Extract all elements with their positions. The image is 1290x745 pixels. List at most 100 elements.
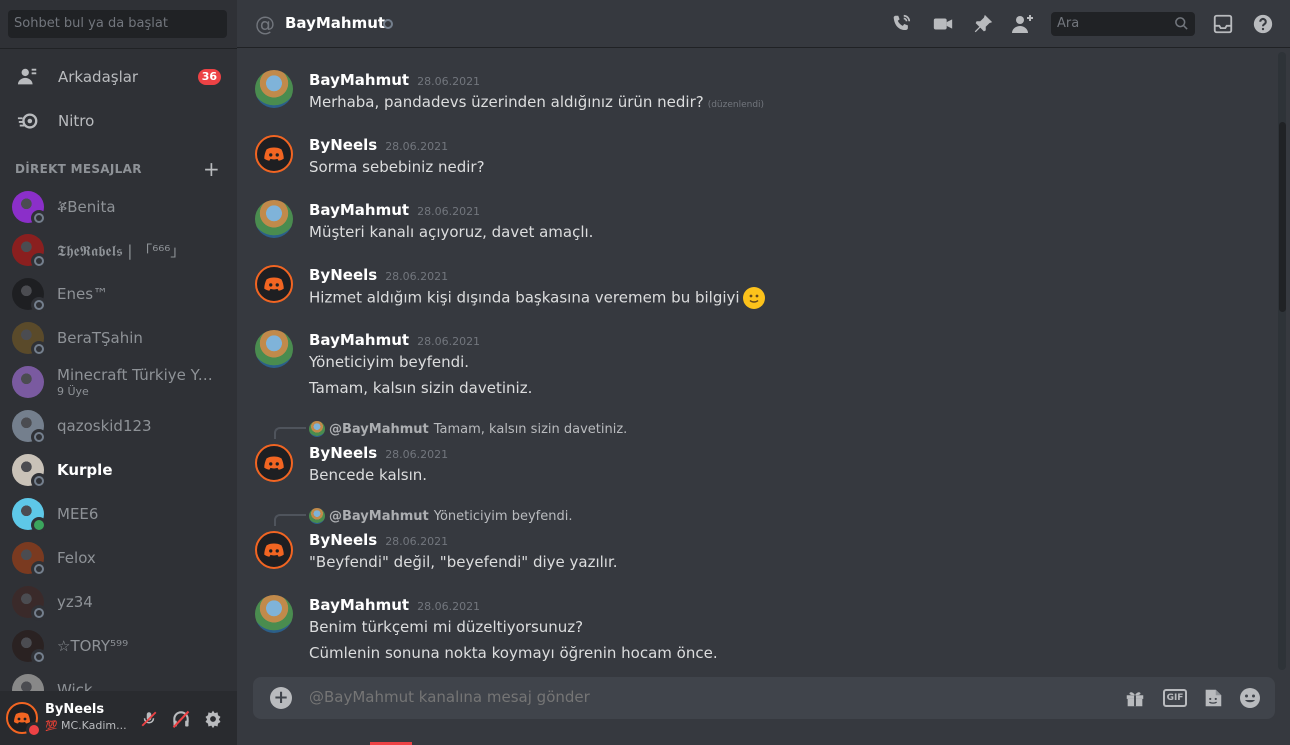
- message-scrollbar-thumb[interactable]: [1279, 122, 1286, 312]
- message-author[interactable]: BayMahmut 28.06.2021: [309, 201, 480, 219]
- deafen-button[interactable]: [170, 708, 192, 730]
- upload-plus-button[interactable]: +: [270, 687, 292, 709]
- dm-item[interactable]: MEE6: [8, 493, 229, 535]
- dm-member-count: 9 Üye: [57, 385, 89, 398]
- message-text: Hizmet aldığım kişi dışında başkasına ve…: [309, 288, 740, 307]
- emoji-button[interactable]: [1238, 686, 1262, 710]
- user-panel: ByNeels 💯 MC.Kadim...: [0, 691, 237, 745]
- dm-name: yz34: [57, 593, 93, 611]
- dm-item[interactable]: 𝕿𝖍𝖊𝕽𝖆𝖇𝖊𝖑𝖘 | 「⁶⁶⁶」: [8, 229, 229, 271]
- message-text: Müşteri kanalı açıyoruz, davet amaçlı.: [309, 223, 594, 241]
- avatar[interactable]: [255, 135, 293, 173]
- author-name[interactable]: ByNeels: [309, 531, 377, 549]
- message-author[interactable]: ByNeels 28.06.2021: [309, 136, 448, 154]
- dm-item[interactable]: BeraTŞahin: [8, 317, 229, 359]
- add-friends-to-dm-button[interactable]: [1011, 12, 1035, 36]
- avatar[interactable]: [255, 70, 293, 108]
- discord-logo-icon: [264, 543, 284, 557]
- offline-status-icon: [31, 649, 47, 665]
- start-voice-call-button[interactable]: [889, 12, 913, 36]
- reply-author[interactable]: @BayMahmut: [329, 422, 429, 437]
- mic-muted-icon: [141, 711, 157, 727]
- reply-author[interactable]: @BayMahmut: [329, 509, 429, 524]
- message-author[interactable]: BayMahmut 28.06.2021: [309, 596, 480, 614]
- author-name[interactable]: ByNeels: [309, 444, 377, 462]
- message-text: Benim türkçemi mi düzeltiyorsunuz?: [309, 618, 584, 636]
- message-author[interactable]: ByNeels 28.06.2021: [309, 444, 448, 462]
- message-timestamp: 28.06.2021: [417, 335, 481, 348]
- reply-preview[interactable]: @BayMahmut Tamam, kalsın sizin davetiniz.: [309, 421, 627, 437]
- pinned-messages-button[interactable]: [971, 12, 995, 36]
- author-name[interactable]: BayMahmut: [309, 596, 409, 614]
- dm-name: Enes™: [57, 285, 109, 303]
- header-search-input[interactable]: Ara: [1051, 12, 1195, 36]
- mute-button[interactable]: [138, 708, 160, 730]
- author-name[interactable]: ByNeels: [309, 266, 377, 284]
- create-dm-plus-icon[interactable]: +: [203, 158, 220, 180]
- message-timestamp: 28.06.2021: [385, 448, 449, 461]
- help-button[interactable]: [1251, 12, 1275, 36]
- avatar: [12, 586, 47, 621]
- sticker-button[interactable]: [1201, 686, 1225, 710]
- find-conversation-button[interactable]: Sohbet bul ya da başlat: [8, 10, 227, 38]
- online-status-icon: [31, 517, 47, 533]
- avatar[interactable]: [255, 200, 293, 238]
- slightly-smiling-emoji-icon[interactable]: [742, 287, 765, 309]
- dm-item[interactable]: ☆TORY⁵⁹⁹: [8, 625, 229, 667]
- author-name[interactable]: BayMahmut: [309, 201, 409, 219]
- offline-status-icon: [31, 210, 47, 226]
- message-content: Merhaba, pandadevs üzerinden aldığınız ü…: [309, 93, 764, 111]
- avatar[interactable]: [255, 330, 293, 368]
- dm-item[interactable]: yz34: [8, 581, 229, 623]
- author-name[interactable]: BayMahmut: [309, 71, 409, 89]
- avatar[interactable]: [255, 595, 293, 633]
- message-author[interactable]: BayMahmut 28.06.2021: [309, 71, 480, 89]
- message-timestamp: 28.06.2021: [417, 75, 481, 88]
- dm-text: Kurple: [57, 461, 113, 479]
- avatar: [12, 410, 47, 445]
- message-author[interactable]: BayMahmut 28.06.2021: [309, 331, 480, 349]
- dm-item[interactable]: Felox: [8, 537, 229, 579]
- dm-name: Minecraft Türkiye Ya...: [57, 366, 215, 384]
- message-author[interactable]: ByNeels 28.06.2021: [309, 266, 448, 284]
- avatar[interactable]: [255, 444, 293, 482]
- reply-preview[interactable]: @BayMahmut Yöneticiyim beyfendi.: [309, 508, 572, 524]
- dm-sidebar: Sohbet bul ya da başlat Arkadaşlar 36 Ni…: [0, 0, 237, 745]
- emoji-icon: [1240, 688, 1260, 708]
- message-text: Bencede kalsın.: [309, 466, 428, 484]
- avatar: [12, 234, 47, 269]
- dm-item[interactable]: Kurple: [8, 449, 229, 491]
- dm-text: ቖBenita: [57, 198, 116, 216]
- dm-item[interactable]: Minecraft Türkiye Ya... 9 Üye: [8, 361, 229, 403]
- start-video-call-button[interactable]: [931, 12, 955, 36]
- nitro-icon: [16, 109, 40, 133]
- gift-button[interactable]: [1123, 686, 1147, 710]
- message-input[interactable]: [309, 688, 1089, 706]
- message-text: Yöneticiyim beyfendi.: [309, 353, 470, 371]
- message-composer: + GIF: [253, 677, 1275, 719]
- reply-text: Tamam, kalsın sizin davetiniz.: [433, 421, 628, 437]
- edited-label: (düzenlendi): [707, 100, 765, 110]
- gif-button[interactable]: GIF: [1162, 686, 1188, 710]
- dm-item[interactable]: Enes™: [8, 273, 229, 315]
- reply-connector: [274, 427, 306, 439]
- avatar[interactable]: [255, 531, 293, 569]
- avatar[interactable]: [255, 265, 293, 303]
- inbox-button[interactable]: [1211, 12, 1235, 36]
- offline-status-icon: [31, 561, 47, 577]
- discord-logo-icon: [264, 456, 284, 470]
- nav-nitro[interactable]: Nitro: [8, 100, 229, 142]
- message-author[interactable]: ByNeels 28.06.2021: [309, 531, 448, 549]
- author-name[interactable]: BayMahmut: [309, 331, 409, 349]
- offline-status-icon: [31, 429, 47, 445]
- offline-status-icon: [31, 605, 47, 621]
- dm-name: BeraTŞahin: [57, 329, 143, 347]
- user-dnd-status: [26, 722, 42, 738]
- user-settings-button[interactable]: [202, 708, 224, 730]
- message-timestamp: 28.06.2021: [417, 600, 481, 613]
- nav-friends[interactable]: Arkadaşlar 36: [8, 56, 229, 98]
- author-name[interactable]: ByNeels: [309, 136, 377, 154]
- dm-item[interactable]: ቖBenita: [8, 186, 229, 228]
- discord-logo-icon: [264, 277, 284, 291]
- dm-item[interactable]: qazoskid123: [8, 405, 229, 447]
